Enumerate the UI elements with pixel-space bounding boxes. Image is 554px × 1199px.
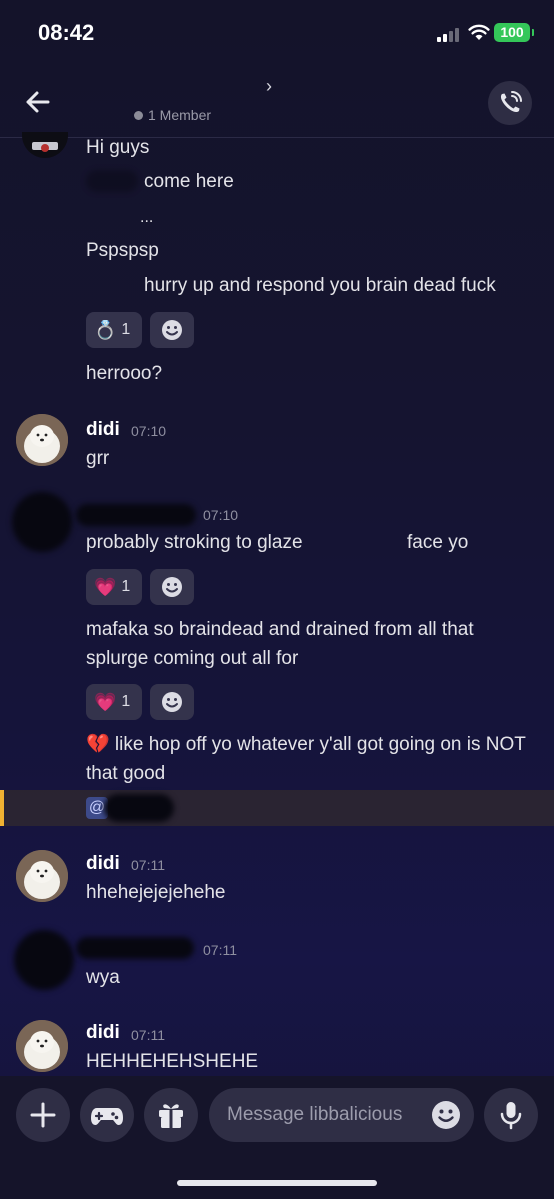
message-timestamp: 07:10 bbox=[203, 507, 239, 523]
message-timestamp: 07:11 bbox=[203, 942, 237, 958]
channel-header: › 1 Member bbox=[0, 66, 554, 138]
redacted-username bbox=[76, 937, 194, 959]
add-reaction-icon bbox=[162, 320, 182, 340]
avatar bbox=[16, 1020, 68, 1072]
message-text: come here bbox=[144, 171, 234, 192]
avatar bbox=[16, 414, 68, 466]
message-timestamp: 07:11 bbox=[131, 1027, 165, 1043]
message-text: Pspspsp bbox=[86, 240, 159, 261]
heart-emoji: 💗 bbox=[94, 576, 117, 597]
message-text: hhehejejejehehe bbox=[86, 882, 226, 903]
message-author[interactable]: didi bbox=[86, 419, 120, 441]
emoji-icon[interactable] bbox=[430, 1099, 462, 1131]
add-reaction-icon bbox=[162, 577, 182, 597]
message-input[interactable] bbox=[227, 1102, 427, 1128]
heart-emoji: 💗 bbox=[94, 691, 117, 712]
activities-button[interactable] bbox=[80, 1088, 134, 1142]
microphone-icon bbox=[500, 1102, 522, 1130]
reaction-count: 1 bbox=[121, 578, 131, 595]
avatar bbox=[16, 850, 68, 902]
status-dot-icon bbox=[134, 111, 143, 120]
reaction-pill[interactable]: 💗 1 bbox=[86, 684, 142, 720]
mention-highlight bbox=[0, 790, 554, 826]
redacted-mention bbox=[104, 794, 174, 822]
message-author[interactable]: didi bbox=[86, 1022, 120, 1044]
reaction-count: 1 bbox=[121, 693, 131, 710]
reaction-pill[interactable]: 💗 1 bbox=[86, 569, 142, 605]
add-reaction-button[interactable] bbox=[150, 684, 194, 720]
add-attachment-button[interactable] bbox=[16, 1088, 70, 1142]
avatar bbox=[22, 132, 68, 158]
plus-icon bbox=[30, 1102, 56, 1128]
message-author[interactable]: didi bbox=[86, 853, 120, 875]
message-text: wya bbox=[86, 967, 120, 988]
wifi-icon bbox=[468, 24, 490, 40]
message-text: 💔 like hop off yo whatever y'all got goi… bbox=[86, 734, 526, 784]
voice-message-button[interactable] bbox=[484, 1088, 538, 1142]
message-timestamp: 07:10 bbox=[131, 423, 167, 439]
message-text: HEHHEHEHSHEHE bbox=[86, 1051, 259, 1072]
message-text: hurry up and respond you brain dead fuck bbox=[144, 275, 496, 296]
channel-title-chevron[interactable]: › bbox=[266, 76, 272, 97]
home-indicator[interactable] bbox=[177, 1180, 377, 1186]
ring-emoji: 💍 bbox=[94, 319, 117, 340]
call-button[interactable] bbox=[488, 81, 532, 125]
redacted-avatar bbox=[12, 492, 72, 552]
add-reaction-button[interactable] bbox=[150, 569, 194, 605]
battery-indicator: 100 bbox=[494, 23, 534, 42]
message-timestamp: 07:11 bbox=[131, 857, 165, 873]
reaction-pill[interactable]: 💍 1 bbox=[86, 312, 142, 348]
back-arrow-icon[interactable] bbox=[20, 84, 56, 120]
member-count-label: 1 Member bbox=[148, 107, 212, 123]
gift-button[interactable] bbox=[144, 1088, 198, 1142]
redacted-block bbox=[86, 170, 138, 192]
cellular-signal-icon bbox=[437, 26, 463, 42]
gift-icon bbox=[159, 1104, 183, 1128]
add-reaction-button[interactable] bbox=[150, 312, 194, 348]
message-text: probably stroking to glaze bbox=[86, 532, 303, 553]
add-reaction-icon bbox=[162, 692, 182, 712]
message-text: grr bbox=[86, 448, 110, 469]
message-text: herrooo? bbox=[86, 363, 163, 384]
reaction-count: 1 bbox=[121, 321, 131, 338]
message-text: ... bbox=[140, 209, 154, 226]
message-text: face yo bbox=[407, 532, 469, 553]
status-bar: 08:42 100 bbox=[0, 0, 554, 66]
gamepad-icon bbox=[91, 1108, 123, 1125]
phone-icon bbox=[500, 91, 522, 113]
redacted-avatar bbox=[14, 930, 74, 990]
message-text: Hi guys bbox=[86, 137, 150, 158]
message-text: mafaka so braindead and drained from all… bbox=[86, 619, 474, 669]
message-composer[interactable] bbox=[209, 1088, 474, 1142]
redacted-username bbox=[76, 504, 196, 526]
member-count: 1 Member bbox=[134, 107, 211, 123]
status-time: 08:42 bbox=[38, 20, 95, 45]
